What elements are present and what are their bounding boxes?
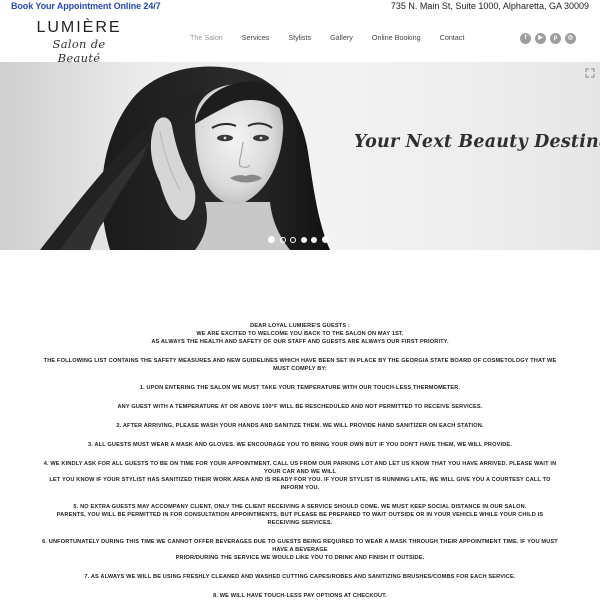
site-header: LUMIÈRE Salon de Beauté The Salon Servic… bbox=[0, 14, 600, 65]
model-portrait-image bbox=[0, 62, 330, 250]
notice-item-3: 3. All guests must wear a mask and glove… bbox=[88, 442, 512, 448]
slider-pagination bbox=[268, 236, 333, 243]
notice-item-5a: 5. No extra guests may accompany client,… bbox=[73, 504, 527, 510]
facebook-icon[interactable]: f bbox=[520, 33, 531, 44]
reopening-notice: Dear Loyal Lumiere's Guests : We are exc… bbox=[40, 322, 560, 600]
notice-item-7: 7. As always we will be using freshly cl… bbox=[84, 574, 516, 580]
notice-priority: As always the health and safety of our s… bbox=[151, 339, 449, 345]
slider-dot-1[interactable] bbox=[268, 236, 275, 243]
salon-address: 735 N. Main St, Suite 1000, Alpharetta, … bbox=[390, 1, 589, 11]
pinterest-icon[interactable]: p bbox=[550, 33, 561, 44]
notice-item-6b: prior/during the service we would like y… bbox=[175, 555, 425, 561]
nav-item-contact[interactable]: Contact bbox=[440, 33, 465, 47]
notice-item-4a: 4. We kindly ask for all guests to be on… bbox=[43, 461, 557, 475]
main-nav: The Salon Services Stylists Gallery Onli… bbox=[190, 33, 483, 47]
slider-dot-5[interactable] bbox=[311, 236, 317, 243]
salon-logo[interactable]: LUMIÈRE Salon de Beauté bbox=[34, 19, 124, 65]
nav-item-gallery[interactable]: Gallery bbox=[330, 33, 353, 47]
notice-welcome: We are excited to welcome you back to th… bbox=[196, 331, 404, 337]
youtube-icon[interactable]: ▶ bbox=[535, 33, 546, 44]
notice-item-4b: let you know if your stylist has sanitiz… bbox=[49, 477, 551, 491]
nav-item-online-booking[interactable]: Online Booking bbox=[372, 33, 421, 47]
instagram-icon[interactable]: ◎ bbox=[565, 33, 576, 44]
logo-brand: LUMIÈRE bbox=[36, 19, 122, 36]
notice-item-1b: Any guest with a temperature at or above… bbox=[117, 404, 483, 410]
nav-item-stylists[interactable]: Stylists bbox=[288, 33, 311, 47]
slider-dot-3[interactable] bbox=[290, 236, 296, 243]
nav-item-the-salon[interactable]: The Salon bbox=[190, 33, 223, 47]
notice-item-2: 2. After arriving, please wash your hand… bbox=[116, 423, 484, 429]
social-links: f ▶ p ◎ bbox=[516, 33, 576, 44]
notice-intro: The following list contains the safety m… bbox=[43, 358, 557, 372]
notice-item-1: 1. Upon entering the salon we must take … bbox=[139, 385, 461, 391]
notice-item-8: 8. We will have touch-less pay options a… bbox=[213, 593, 387, 599]
book-appointment-link[interactable]: Book Your Appointment Online 24/7 bbox=[11, 1, 161, 11]
top-bar: Book Your Appointment Online 24/7 735 N.… bbox=[0, 0, 600, 14]
slider-dot-6[interactable] bbox=[321, 236, 329, 243]
hero-tagline: Your Next Beauty Destination bbox=[354, 132, 600, 152]
notice-greeting: Dear Loyal Lumiere's Guests : bbox=[250, 323, 350, 329]
logo-script: Salon de Beauté bbox=[52, 37, 106, 65]
notice-item-6a: 6. Unfortunately during this time we can… bbox=[42, 539, 558, 553]
fullscreen-icon[interactable] bbox=[585, 68, 595, 78]
slider-dot-4[interactable] bbox=[300, 236, 307, 243]
hero-slider: Your Next Beauty Destination bbox=[0, 62, 600, 250]
slider-dot-2[interactable] bbox=[279, 236, 286, 243]
notice-item-5b: Parents, you will be permitted in for co… bbox=[56, 512, 544, 526]
nav-item-services[interactable]: Services bbox=[242, 33, 270, 47]
